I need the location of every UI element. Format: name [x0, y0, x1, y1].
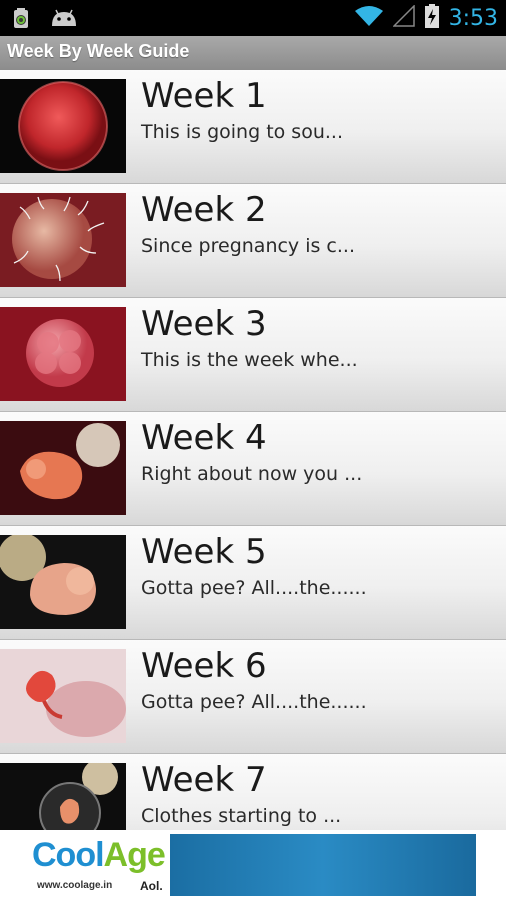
week-description: Since pregnancy is c... — [141, 235, 356, 257]
wifi-icon — [354, 5, 383, 31]
week-item-5[interactable]: Week 5 Gotta pee? All....the...... — [0, 526, 506, 640]
week-description: Clothes starting to ... — [141, 805, 342, 827]
ad-brand-part2: Age — [103, 836, 166, 874]
week-item-2[interactable]: Week 2 Since pregnancy is c... — [0, 184, 506, 298]
week-description: Gotta pee? All....the...... — [141, 577, 367, 599]
clock: 3:53 — [448, 5, 498, 31]
week-title: Week 3 — [141, 304, 267, 344]
week-item-4[interactable]: Week 4 Right about now you ... — [0, 412, 506, 526]
ad-banner[interactable]: CoolAge www.coolage.in Aol. — [28, 832, 476, 898]
week-title: Week 1 — [141, 76, 267, 116]
week-item-6[interactable]: Week 6 Gotta pee? All....the...... — [0, 640, 506, 754]
week-list: Week 1 This is going to sou... Week 2 Si… — [0, 70, 506, 830]
week-2-thumbnail — [0, 193, 126, 287]
week-description: Gotta pee? All....the...... — [141, 691, 367, 713]
week-3-thumbnail — [0, 307, 126, 401]
week-description: This is going to sou... — [141, 121, 343, 143]
battery-saver-icon — [12, 7, 34, 33]
week-7-thumbnail — [0, 763, 126, 830]
status-bar: 3:53 — [0, 0, 506, 36]
ad-brand-part1: Cool — [32, 836, 105, 874]
signal-icon — [391, 4, 415, 31]
week-title: Week 4 — [141, 418, 267, 458]
week-title: Week 6 — [141, 646, 267, 686]
ad-area: CoolAge www.coolage.in Aol. — [0, 830, 506, 900]
app-title-bar: Week By Week Guide — [0, 36, 506, 71]
ad-creative — [170, 834, 476, 896]
week-title: Week 2 — [141, 190, 267, 230]
week-title: Week 7 — [141, 760, 267, 800]
week-4-thumbnail — [0, 421, 126, 515]
week-5-thumbnail — [0, 535, 126, 629]
week-item-7[interactable]: Week 7 Clothes starting to ... — [0, 754, 506, 830]
week-title: Week 5 — [141, 532, 267, 572]
week-item-3[interactable]: Week 3 This is the week whe... — [0, 298, 506, 412]
week-6-thumbnail — [0, 649, 126, 743]
ad-brand: CoolAge — [32, 836, 166, 875]
week-1-thumbnail — [0, 79, 126, 173]
battery-charging-icon — [424, 4, 439, 32]
week-description: Right about now you ... — [141, 463, 363, 485]
week-item-1[interactable]: Week 1 This is going to sou... — [0, 70, 506, 184]
coolage-logo: CoolAge www.coolage.in Aol. — [28, 832, 168, 898]
week-description: This is the week whe... — [141, 349, 358, 371]
ad-url: www.coolage.in — [37, 880, 113, 891]
page-title: Week By Week Guide — [7, 41, 190, 61]
android-icon — [50, 8, 78, 32]
ad-partner: Aol. — [140, 879, 163, 893]
